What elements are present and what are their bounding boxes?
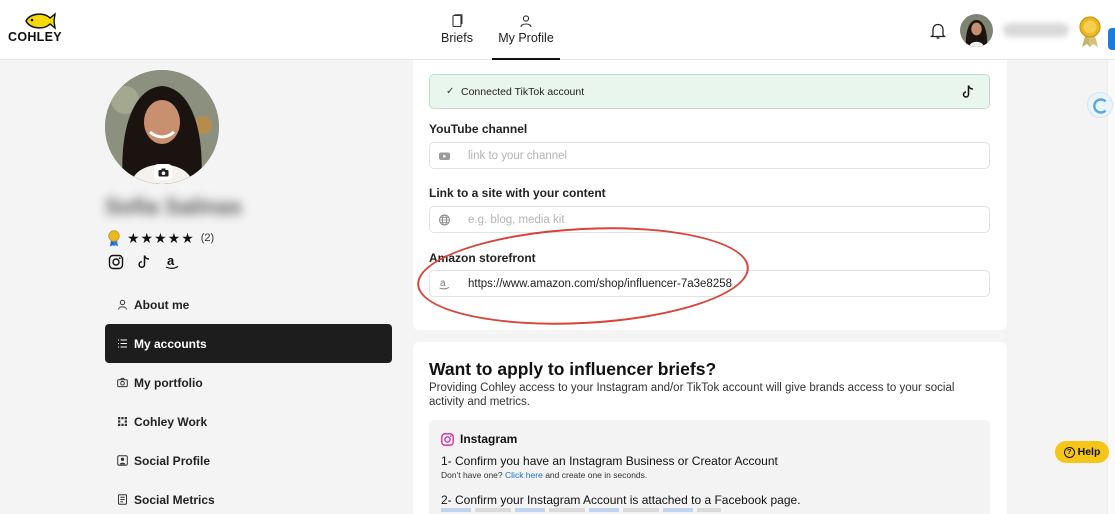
site-label: Link to a site with your content	[429, 186, 606, 200]
top-bar: COHLEY Briefs My Profile Sofia Salinas	[0, 0, 1115, 60]
step1-sub-prefix: Don't have one?	[441, 470, 503, 480]
help-button[interactable]: ? Help	[1055, 441, 1109, 463]
person-icon	[520, 15, 532, 28]
grid-icon	[118, 417, 127, 426]
youtube-label: YouTube channel	[429, 122, 528, 136]
tiktok-status-text: Connected TikTok account	[461, 86, 585, 98]
instagram-step-2: 2- Confirm your Instagram Account is att…	[441, 493, 801, 507]
check-icon: ✓	[446, 86, 455, 97]
tab-my-profile-label: My Profile	[498, 31, 554, 45]
cohley-extension-badge[interactable]	[1087, 92, 1113, 118]
tab-my-profile[interactable]: My Profile	[492, 14, 560, 60]
profile-sidebar-menu: About me My accounts My portfolio Cohley…	[105, 285, 392, 514]
globe-icon	[439, 214, 450, 226]
instagram-step-1-sub: Don't have one? Click here and create on…	[441, 470, 647, 480]
instagram-icon[interactable]	[108, 254, 124, 270]
amazon-input[interactable]	[468, 274, 978, 294]
logo-text: COHLEY	[8, 30, 62, 44]
cohley-logo[interactable]: COHLEY	[8, 12, 68, 48]
rating-row: ★★★★★ (2)	[107, 229, 214, 247]
fish-logo-icon	[25, 12, 56, 30]
question-icon: ?	[1063, 446, 1075, 458]
sidebar-item-label: Cohley Work	[134, 414, 208, 429]
sidebar-item-social-profile[interactable]: Social Profile	[105, 441, 392, 480]
sidebar-item-cohley-work[interactable]: Cohley Work	[105, 402, 392, 441]
document-icon	[118, 494, 127, 505]
tiktok-connected-banner: ✓ Connected TikTok account	[429, 74, 990, 109]
c-logo-icon	[1093, 98, 1107, 114]
cut-off-text	[441, 508, 721, 514]
sidebar-item-social-metrics[interactable]: Social Metrics	[105, 480, 392, 514]
tiktok-icon[interactable]	[961, 84, 975, 100]
apply-briefs-card: Want to apply to influencer briefs? Prov…	[413, 342, 1007, 514]
amazon-icon[interactable]: a	[164, 253, 180, 270]
step1-sub-suffix: and create one in seconds.	[545, 470, 648, 480]
profile-name: Sofia Salinas	[105, 194, 242, 219]
gold-medal-icon	[1079, 16, 1101, 47]
page-scrollbar[interactable]	[1107, 60, 1115, 514]
instagram-heading: Instagram	[441, 432, 517, 446]
sidebar-item-about-me[interactable]: About me	[105, 285, 392, 324]
camera-icon	[117, 377, 128, 388]
tab-briefs[interactable]: Briefs	[436, 14, 478, 60]
camera-icon	[158, 168, 168, 176]
instagram-title: Instagram	[460, 432, 518, 446]
tab-briefs-label: Briefs	[441, 31, 473, 45]
sidebar-item-label: Social Metrics	[134, 492, 215, 507]
svg-text:a: a	[440, 278, 446, 289]
bell-icon[interactable]	[930, 22, 946, 40]
youtube-icon	[439, 152, 450, 160]
svg-text:a: a	[167, 254, 175, 268]
sidebar-item-label: My accounts	[134, 336, 207, 351]
sidebar-item-my-portfolio[interactable]: My portfolio	[105, 363, 392, 402]
instagram-icon	[441, 432, 454, 446]
apply-title: Want to apply to influencer briefs?	[429, 359, 717, 379]
gold-medal-icon	[108, 229, 120, 246]
user-square-icon	[117, 455, 128, 466]
rating-count: (2)	[200, 232, 215, 244]
user-name-blurred: Sofia Salinas	[1003, 23, 1069, 37]
rating-stars: ★★★★★	[127, 229, 195, 246]
amazon-field[interactable]: a	[429, 270, 990, 297]
amazon-label: Amazon storefront	[429, 251, 536, 265]
instagram-step-1: 1- Confirm you have an Instagram Busines…	[441, 454, 778, 468]
help-label: Help	[1077, 446, 1101, 458]
amazon-icon: a	[439, 278, 450, 290]
side-panel-tab[interactable]	[1108, 28, 1115, 50]
change-photo-button[interactable]	[154, 164, 172, 180]
list-icon	[118, 339, 127, 348]
apply-description: Providing Cohley access to your Instagra…	[429, 382, 955, 408]
sidebar-item-label: My portfolio	[134, 375, 203, 390]
tiktok-icon[interactable]	[136, 254, 152, 270]
sidebar-item-label: Social Profile	[134, 453, 211, 468]
sidebar-item-label: About me	[134, 297, 190, 312]
site-field[interactable]	[429, 206, 990, 233]
instagram-section: Instagram 1- Confirm you have an Instagr…	[429, 420, 990, 514]
document-icon	[452, 14, 463, 28]
youtube-field[interactable]	[429, 142, 990, 169]
youtube-input[interactable]	[468, 146, 978, 166]
social-links: a	[108, 253, 180, 270]
accounts-card: ✓ Connected TikTok account YouTube chann…	[413, 60, 1007, 330]
sidebar-item-my-accounts[interactable]: My accounts	[105, 324, 392, 363]
site-input[interactable]	[468, 210, 978, 230]
create-account-link[interactable]: Click here	[505, 470, 543, 480]
person-icon	[118, 299, 127, 310]
user-avatar[interactable]	[960, 14, 993, 47]
user-photo-icon	[960, 14, 993, 47]
